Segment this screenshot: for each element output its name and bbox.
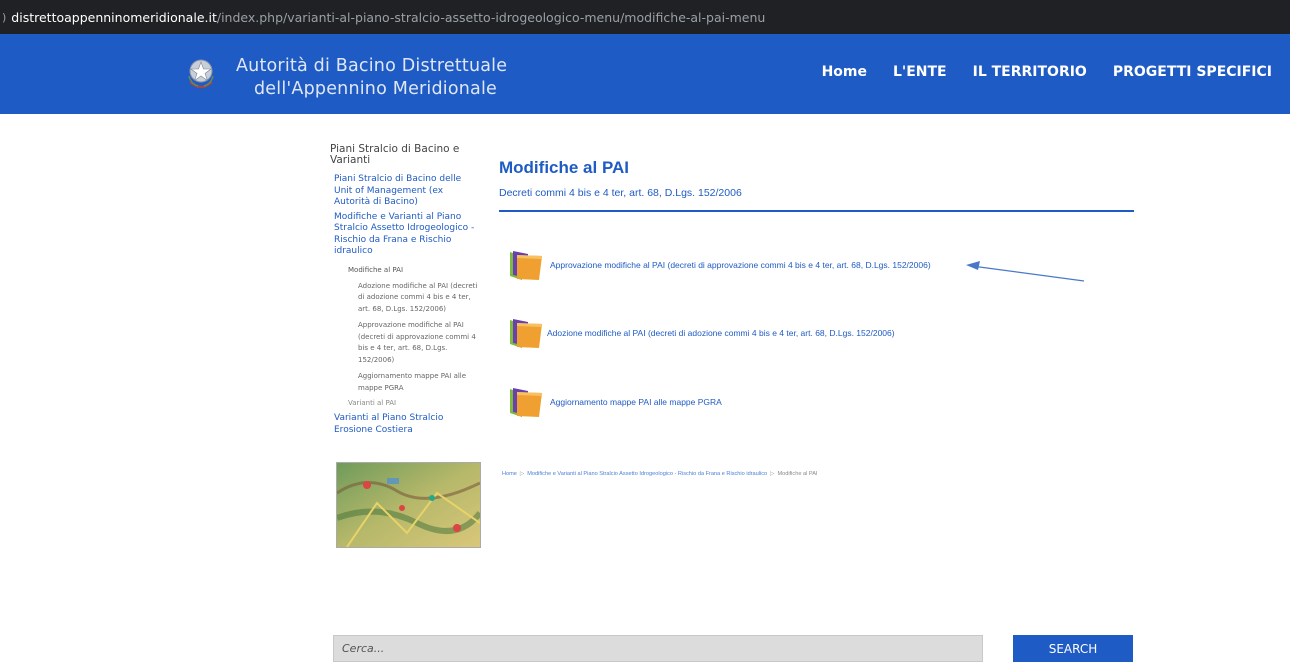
sidebar-item-piani-stralcio[interactable]: Piani Stralcio di Bacino delle Unit of M…	[334, 174, 480, 209]
info-icon[interactable]: )	[2, 11, 6, 24]
search-input[interactable]	[333, 635, 983, 662]
folder-link-aggiornamento[interactable]: Aggiornamento mappe PAI alle mappe PGRA	[550, 397, 722, 407]
url-domain: distrettoappenninomeridionale.it	[11, 9, 217, 25]
sidebar-item-modifiche-pai[interactable]: Modifiche al PAI	[348, 265, 480, 276]
sidebar-item-modifiche-varianti[interactable]: Modifiche e Varianti al Piano Stralcio A…	[334, 212, 480, 258]
breadcrumb-separator-icon: ▷	[519, 471, 525, 477]
site-title-line2: dell'Appennino Meridionale	[254, 79, 498, 99]
sidebar-item-varianti-pai[interactable]: Varianti al PAI	[348, 398, 480, 409]
breadcrumb-separator-icon: ▷	[770, 471, 775, 477]
page-title: Modifiche al PAI	[499, 158, 630, 177]
site-title-line1: Autorità di Bacino Distrettuale	[236, 56, 508, 76]
folder-icon	[510, 388, 542, 417]
sidebar-title: Piani Stralcio di Bacino e Varianti	[330, 143, 460, 166]
emblem-icon[interactable]	[186, 56, 216, 92]
folder-icon	[510, 319, 542, 348]
sidebar-item-approvazione[interactable]: Approvazione modifiche al PAI (decreti d…	[358, 320, 480, 366]
breadcrumb-modifiche-varianti[interactable]: Modifiche e Varianti al Piano Stralcio A…	[527, 471, 767, 477]
folder-link-adozione[interactable]: Adozione modifiche al PAI (decreti di ad…	[547, 328, 895, 338]
url-path: /index.php/varianti-al-piano-stralcio-as…	[216, 9, 766, 25]
map-thumbnail-image[interactable]	[336, 462, 481, 548]
nav-progetti[interactable]: PROGETTI SPECIFICI	[1113, 64, 1272, 80]
nav-ente[interactable]: L'ENTE	[893, 64, 947, 80]
sidebar-item-aggiornamento[interactable]: Aggiornamento mappe PAI alle mappe PGRA	[358, 371, 480, 394]
sidebar-item-erosione-costiera[interactable]: Varianti al Piano Stralcio Erosione Cost…	[334, 413, 480, 436]
sidebar-menu: Piani Stralcio di Bacino e Varianti Pian…	[330, 144, 480, 436]
nav-home[interactable]: Home	[822, 64, 867, 80]
folder-item-adozione[interactable]: Adozione modifiche al PAI (decreti di ad…	[508, 316, 895, 350]
annotation-arrow-icon	[966, 261, 1085, 282]
site-title[interactable]: Autorità di Bacino Distrettuale dell'App…	[236, 55, 507, 101]
breadcrumb: Home ▷ Modifiche e Varianti al Piano Stral…	[502, 471, 818, 477]
address-bar[interactable]: ) distrettoappenninomeridionale.it/index…	[0, 0, 1290, 34]
folder-item-approvazione[interactable]: Approvazione modifiche al PAI (decreti d…	[508, 248, 931, 282]
title-divider	[499, 210, 1134, 212]
folder-item-aggiornamento[interactable]: Aggiornamento mappe PAI alle mappe PGRA	[508, 385, 722, 419]
page-subtitle: Decreti commi 4 bis e 4 ter, art. 68, D.…	[499, 187, 742, 199]
sidebar-item-adozione[interactable]: Adozione modifiche al PAI (decreti di ad…	[358, 281, 480, 316]
search-button[interactable]: SEARCH	[1013, 635, 1133, 662]
nav-territorio[interactable]: IL TERRITORIO	[973, 64, 1087, 80]
breadcrumb-home[interactable]: Home	[502, 471, 517, 477]
folder-link-approvazione[interactable]: Approvazione modifiche al PAI (decreti d…	[550, 260, 931, 270]
site-header: Autorità di Bacino Distrettuale dell'App…	[0, 34, 1290, 114]
breadcrumb-current: Modifiche al PAI	[777, 471, 818, 477]
main-nav: Home L'ENTE IL TERRITORIO PROGETTI SPECI…	[796, 64, 1272, 80]
folder-icon	[510, 251, 542, 280]
